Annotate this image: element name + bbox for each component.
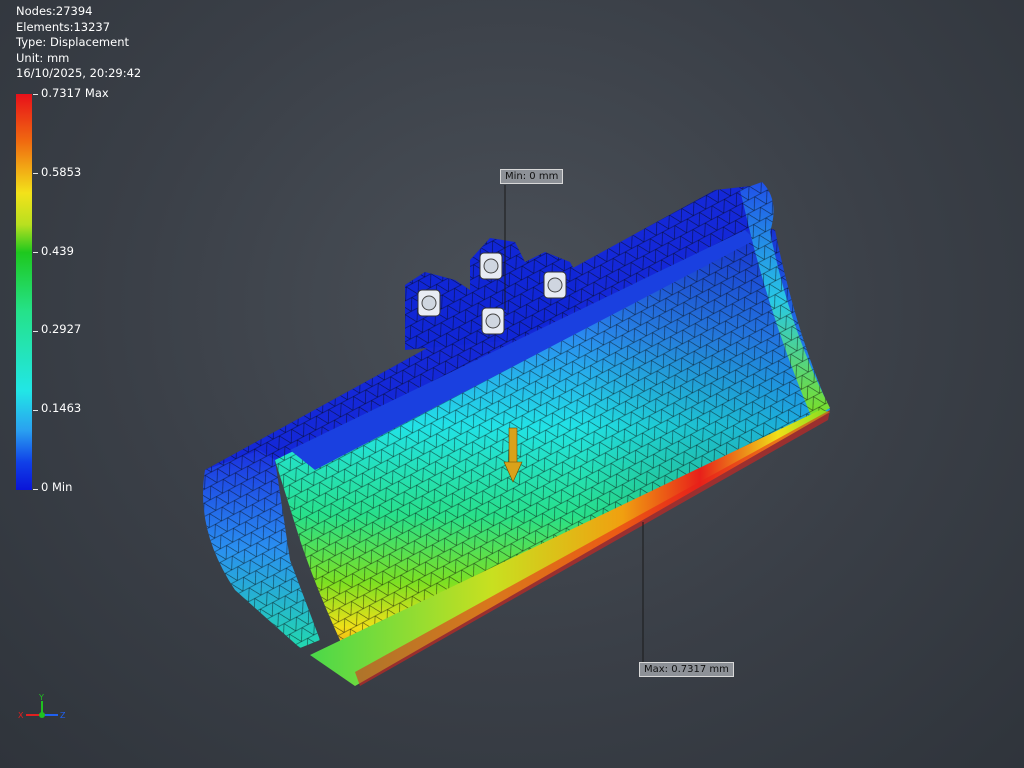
- node-count: Nodes:27394: [16, 4, 93, 18]
- y-axis-label: Y: [38, 693, 44, 702]
- max-probe-label[interactable]: Max: 0.7317 mm: [639, 662, 734, 677]
- legend-label: 0.1463: [41, 401, 82, 415]
- element-count: Elements:13237: [16, 19, 111, 34]
- z-axis-label: Z: [60, 711, 66, 720]
- x-axis-label: X: [18, 711, 24, 720]
- legend-tick: [33, 410, 38, 411]
- result-info-panel: Nodes:27394 Elements:13237 Type: Displac…: [16, 4, 141, 82]
- legend-label: 0.5853: [41, 165, 82, 179]
- view-triad[interactable]: X Y Z: [14, 693, 74, 733]
- legend-tick: [33, 252, 38, 253]
- legend-tick: [33, 94, 38, 95]
- fea-model-viewport[interactable]: [0, 0, 1024, 768]
- min-probe-label[interactable]: Min: 0 mm: [500, 169, 564, 184]
- result-unit: Unit: mm: [16, 50, 70, 65]
- legend-tick: [33, 173, 38, 174]
- legend-label-min: 0 Min: [41, 480, 73, 494]
- color-scale-bar: [16, 94, 32, 490]
- legend-tick: [33, 331, 38, 332]
- legend-label-max: 0.7317 Max: [41, 86, 109, 100]
- legend-label: 0.439: [41, 244, 74, 258]
- legend-label: 0.2927: [41, 322, 82, 336]
- legend-tick: [33, 489, 38, 490]
- result-type: Type: Displacement: [16, 35, 130, 49]
- result-timestamp: 16/10/2025, 20:29:42: [16, 66, 142, 80]
